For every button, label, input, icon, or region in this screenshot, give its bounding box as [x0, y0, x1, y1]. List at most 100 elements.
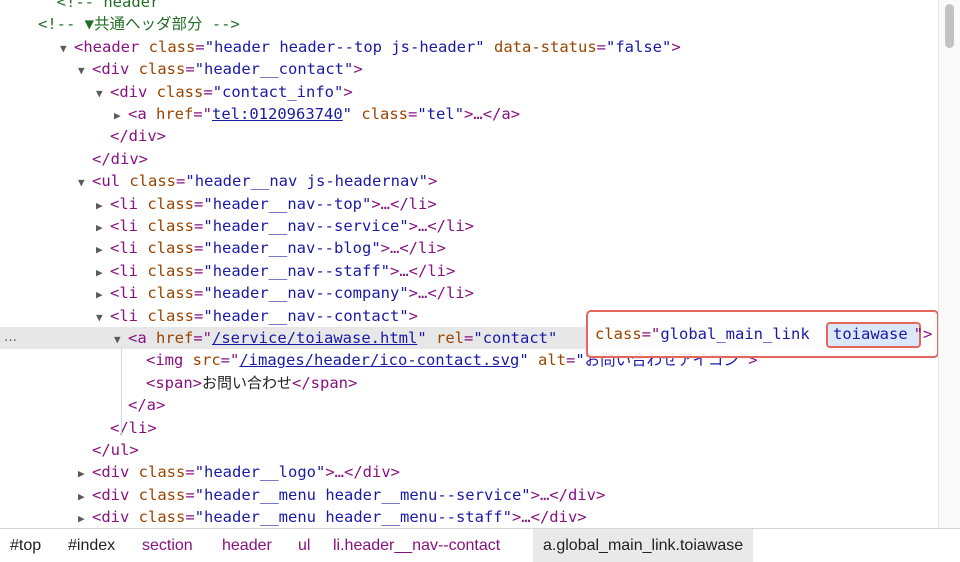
expand-triangle-down-icon[interactable]: ▼ — [96, 307, 110, 329]
tag-close: >…</a> — [464, 105, 521, 123]
expand-triangle-right-icon[interactable]: ▶ — [96, 284, 110, 306]
html-comment: <!-- header — [38, 0, 160, 11]
attr-eq: = — [194, 261, 204, 280]
attr-eq: = — [566, 351, 576, 370]
attr-eq: = — [596, 37, 606, 56]
node-content: <!-- ▼共通ヘッダ部分 --> — [38, 13, 240, 35]
attr-name: alt — [538, 351, 566, 370]
tag-open: <div — [92, 60, 130, 79]
tag-close: >…</div> — [530, 485, 606, 504]
class-attribute-highlighted[interactable]: class="global_main_link — [595, 322, 819, 346]
node-row[interactable]: </li> — [0, 417, 936, 439]
node-row[interactable]: ▶ <a href="tel:0120963740" class="tel">…<… — [0, 103, 936, 125]
attr-name: class — [147, 284, 195, 303]
expand-triangle-right-icon[interactable]: ▶ — [96, 262, 110, 284]
attr-value: "header__nav--staff" — [203, 261, 390, 280]
tag-open: <div — [110, 82, 148, 101]
attr-quote: " — [417, 329, 427, 347]
tag-close: >…</li> — [380, 239, 446, 258]
tag-open: </ul> — [92, 441, 139, 459]
node-row[interactable]: ▶ <div class="header__menu header__menu--… — [0, 506, 936, 528]
attr-name: class — [156, 82, 204, 101]
attr-link[interactable]: tel:0120963740 — [212, 105, 343, 123]
attr-eq: = — [194, 239, 204, 258]
attr-value: "false" — [606, 37, 672, 56]
breadcrumb-item[interactable]: li.header__nav--contact — [333, 529, 500, 562]
tag-open: </div> — [92, 149, 148, 168]
expand-triangle-right-icon[interactable]: ▶ — [78, 486, 92, 508]
attr-value: "contact_info" — [212, 82, 344, 101]
expand-triangle-right-icon[interactable]: ▶ — [78, 463, 92, 485]
node-row[interactable]: </div> — [0, 148, 936, 170]
attr-name: class — [147, 239, 195, 258]
attr-tail: "> — [913, 325, 933, 343]
node-content: ▶ <a href="tel:0120963740" class="tel">…<… — [114, 103, 520, 127]
node-row[interactable]: </div> — [0, 125, 936, 147]
attr-link[interactable]: /service/toiawase.html — [212, 329, 417, 347]
breadcrumb-item[interactable]: header — [222, 529, 272, 562]
tag-close: >…</li> — [390, 261, 456, 280]
attr-link[interactable]: /images/header/ico-contact.svg — [239, 351, 519, 369]
node-row[interactable]: ▼ <header class="header header--top js-he… — [0, 36, 936, 58]
class-word-toiawase[interactable]: toiawase "> — [833, 322, 932, 346]
expand-triangle-down-icon[interactable]: ▼ — [60, 38, 74, 60]
node-row[interactable]: ▶ <li class="header__nav--service">…</li> — [0, 215, 936, 237]
node-content: ▶ <li class="header__nav--staff">…</li> — [96, 260, 455, 284]
breadcrumb-item[interactable]: ul — [298, 529, 310, 562]
node-row[interactable]: ▶ <li class="header__nav--staff">…</li> — [0, 260, 936, 282]
expand-triangle-down-icon[interactable]: ▼ — [96, 83, 110, 105]
node-row[interactable]: <!-- header — [0, 0, 936, 13]
tag-open: <span> — [146, 373, 202, 392]
tag-open: <ul — [92, 172, 120, 191]
node-row[interactable]: ▼ <ul class="header__nav js-headernav"> — [0, 170, 936, 192]
node-row[interactable]: ▼ <div class="contact_info"> — [0, 81, 936, 103]
html-comment: <!-- ▼共通ヘッダ部分 --> — [38, 15, 240, 34]
tag-close: > — [671, 37, 681, 56]
attr-eq: = — [185, 463, 195, 482]
breadcrumb-item[interactable]: #top — [10, 529, 41, 562]
expand-triangle-down-icon[interactable]: ▼ — [78, 60, 92, 82]
node-row[interactable]: ▶ <li class="header__nav--top">…</li> — [0, 193, 936, 215]
expand-triangle-right-icon[interactable]: ▶ — [96, 217, 110, 239]
node-content: ▶ <div class="header__logo">…</div> — [78, 461, 400, 485]
node-row[interactable]: ▶ <div class="header__menu header__menu--… — [0, 484, 936, 506]
attr-name: class — [147, 217, 195, 235]
more-options-icon[interactable]: … — [4, 327, 18, 349]
node-row[interactable]: </ul> — [0, 439, 936, 461]
text-node: お問い合わせ — [202, 373, 293, 392]
node-row[interactable]: ▶ <div class="header__logo">…</div> — [0, 461, 936, 483]
tag-close: > — [353, 60, 363, 79]
attr-value: "header__nav--contact" — [203, 306, 409, 325]
node-row[interactable]: ▶ <li class="header__nav--blog">…</li> — [0, 237, 936, 259]
attr-eq: = — [176, 172, 186, 191]
attr-eq: =" — [193, 329, 213, 347]
breadcrumb-item[interactable]: a.global_main_link.toiawase — [533, 529, 754, 562]
breadcrumb-item[interactable]: section — [142, 529, 193, 562]
elements-tree[interactable]: <!-- header <!-- ▼共通ヘッダ部分 --> ▼ <header cla… — [0, 0, 936, 528]
scrollbar-thumb[interactable] — [945, 4, 954, 48]
node-content: </div> — [110, 125, 166, 147]
attr-eq: = — [194, 217, 204, 235]
attr-value: "tel" — [417, 105, 465, 123]
expand-triangle-right-icon[interactable]: ▶ — [78, 508, 92, 528]
expand-triangle-right-icon[interactable]: ▶ — [114, 105, 128, 127]
node-row[interactable]: </a> — [0, 394, 936, 416]
expand-triangle-right-icon[interactable]: ▶ — [96, 239, 110, 261]
tag-open: </li> — [110, 418, 157, 437]
attr-value: "header__nav--blog" — [203, 239, 381, 258]
attr-name: class — [361, 105, 409, 123]
expand-triangle-right-icon[interactable]: ▶ — [96, 195, 110, 217]
node-content: ▼ <div class="contact_info"> — [96, 81, 353, 105]
node-row[interactable]: <span>お問い合わせ</span> — [0, 372, 936, 394]
node-row[interactable]: ▼ <div class="header__contact"> — [0, 58, 936, 80]
breadcrumb-item[interactable]: #index — [68, 529, 115, 562]
scrollbar-track[interactable] — [938, 0, 960, 528]
tag-open: <li — [110, 194, 138, 213]
node-content: <span>お問い合わせ</span> — [146, 372, 357, 394]
attr-eq: = — [194, 284, 204, 303]
node-row[interactable]: ▶ <li class="header__nav--company">…</li> — [0, 282, 936, 304]
attr-eq: =" — [641, 325, 661, 343]
node-row[interactable]: <!-- ▼共通ヘッダ部分 --> — [0, 13, 936, 35]
expand-triangle-down-icon[interactable]: ▼ — [78, 172, 92, 194]
attr-value: "header header--top js-header" — [204, 37, 485, 56]
